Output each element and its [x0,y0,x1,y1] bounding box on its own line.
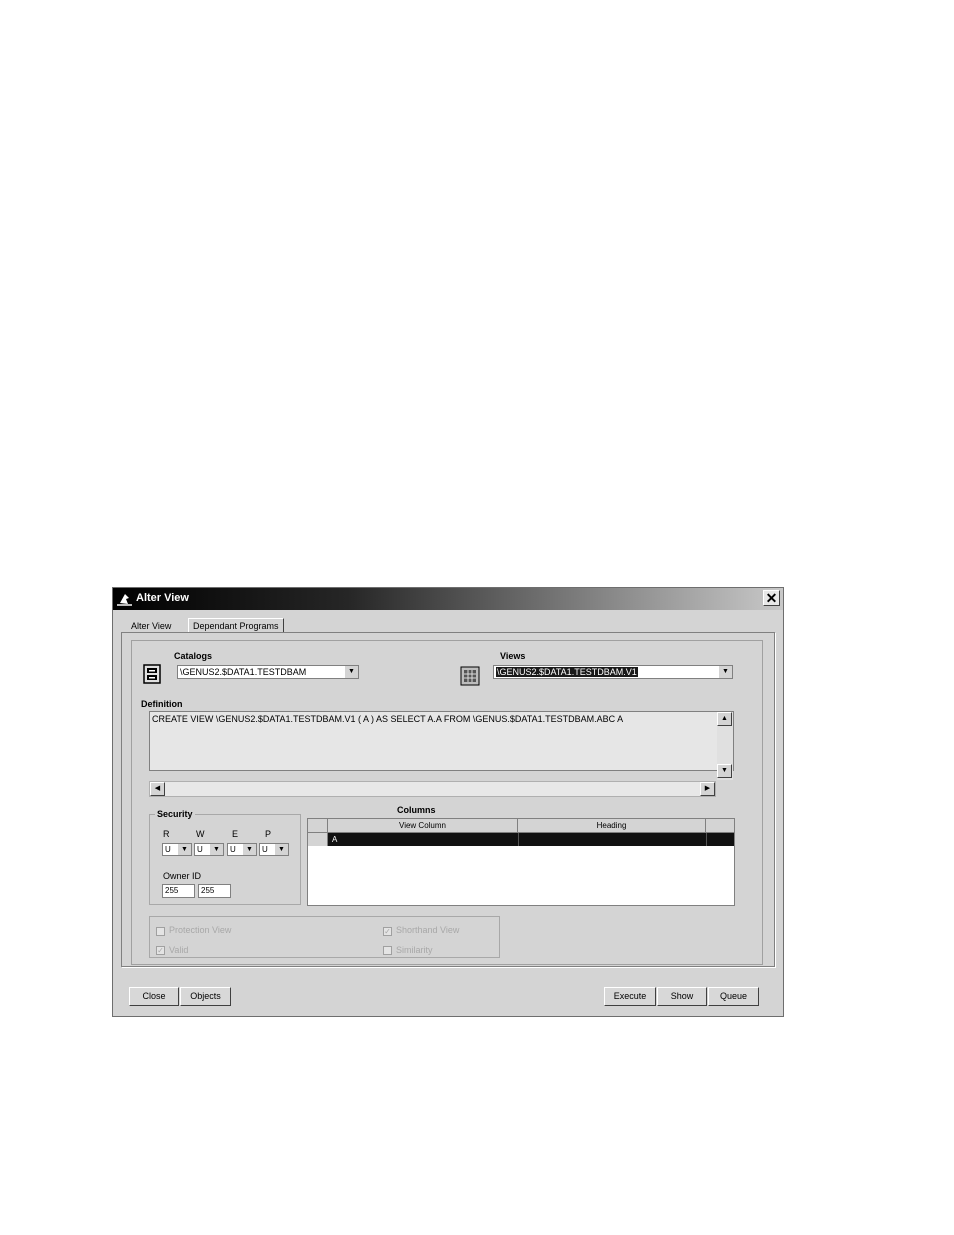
table-row[interactable]: A [328,833,734,846]
cell-divider [518,833,519,846]
catalog-icon [143,664,161,684]
catalogs-value: \GENUS2.$DATA1.TESTDBAM [180,667,307,677]
cell-view-column[interactable]: A [332,833,337,846]
owner-user-input[interactable]: 255 [198,884,231,898]
definition-text: CREATE VIEW \GENUS2.$DATA1.TESTDBAM.V1 (… [152,714,624,724]
scroll-down-icon[interactable]: ▼ [717,764,732,778]
scroll-right-icon[interactable]: ▶ [700,782,715,796]
security-label: Security [155,809,195,819]
security-e-dropdown[interactable]: U ▼ [227,843,257,856]
protection-view-label: Protection View [169,925,232,935]
scroll-left-icon[interactable]: ◀ [150,782,165,796]
chevron-down-icon[interactable]: ▼ [178,844,191,855]
objects-button[interactable]: Objects [180,987,231,1006]
queue-button[interactable]: Queue [708,987,759,1006]
close-button[interactable]: Close [129,987,179,1006]
catalogs-label: Catalogs [174,651,213,661]
tab-alter-view[interactable]: Alter View [131,621,171,631]
views-label: Views [500,651,526,661]
valid-checkbox[interactable]: ✓ [156,946,165,955]
owner-group-input[interactable]: 255 [162,884,195,898]
definition-horizontal-scrollbar[interactable]: ◀ ▶ [149,781,716,797]
chevron-down-icon[interactable]: ▼ [344,666,358,678]
chevron-down-icon[interactable]: ▼ [243,844,256,855]
security-p-label: P [265,829,272,839]
security-e-label: E [232,829,239,839]
owner-id-label: Owner ID [163,871,202,881]
scroll-up-icon[interactable]: ▲ [717,712,732,726]
columns-grid[interactable]: View Column Heading A [307,818,735,906]
options-group [149,916,500,958]
app-icon [117,594,132,606]
views-dropdown[interactable]: \GENUS2.$DATA1.TESTDBAM.V1 ▼ [493,665,733,679]
security-r-dropdown[interactable]: U ▼ [162,843,192,856]
grid-header-filler [706,819,734,833]
shorthand-view-label: Shorthand View [396,925,460,935]
security-w-label: W [196,829,205,839]
catalogs-dropdown[interactable]: \GENUS2.$DATA1.TESTDBAM ▼ [177,665,359,679]
security-w-dropdown[interactable]: U ▼ [194,843,224,856]
header-heading[interactable]: Heading [518,819,706,833]
similarity-label: Similarity [396,945,433,955]
definition-label: Definition [141,699,183,709]
execute-button[interactable]: Execute [604,987,656,1006]
tab-dependant-programs[interactable]: Dependant Programs [188,618,284,632]
columns-label: Columns [397,805,436,815]
definition-vertical-scrollbar[interactable]: ▲ ▼ [717,712,733,780]
close-icon: ✕ [765,590,778,606]
grid-corner [308,819,328,833]
security-r-label: R [163,829,170,839]
security-p-dropdown[interactable]: U ▼ [259,843,289,856]
valid-label: Valid [169,945,189,955]
show-button[interactable]: Show [657,987,707,1006]
definition-textarea[interactable]: CREATE VIEW \GENUS2.$DATA1.TESTDBAM.V1 (… [149,711,734,771]
chevron-down-icon[interactable]: ▼ [210,844,223,855]
row-header[interactable] [308,833,328,846]
similarity-checkbox[interactable] [383,946,392,955]
chevron-down-icon[interactable]: ▼ [275,844,288,855]
shorthand-view-checkbox[interactable]: ✓ [383,927,392,936]
chevron-down-icon[interactable]: ▼ [718,666,732,678]
title-bar[interactable]: Alter View ✕ [113,588,783,610]
window-title: Alter View [136,592,189,604]
view-icon [460,666,480,686]
alter-view-window: Alter View ✕ Alter View Dependant Progra… [112,587,784,1017]
header-view-column[interactable]: View Column [328,819,518,833]
protection-view-checkbox[interactable] [156,927,165,936]
close-window-button[interactable]: ✕ [763,590,780,606]
views-value: \GENUS2.$DATA1.TESTDBAM.V1 [496,667,638,677]
cell-divider [706,833,707,846]
